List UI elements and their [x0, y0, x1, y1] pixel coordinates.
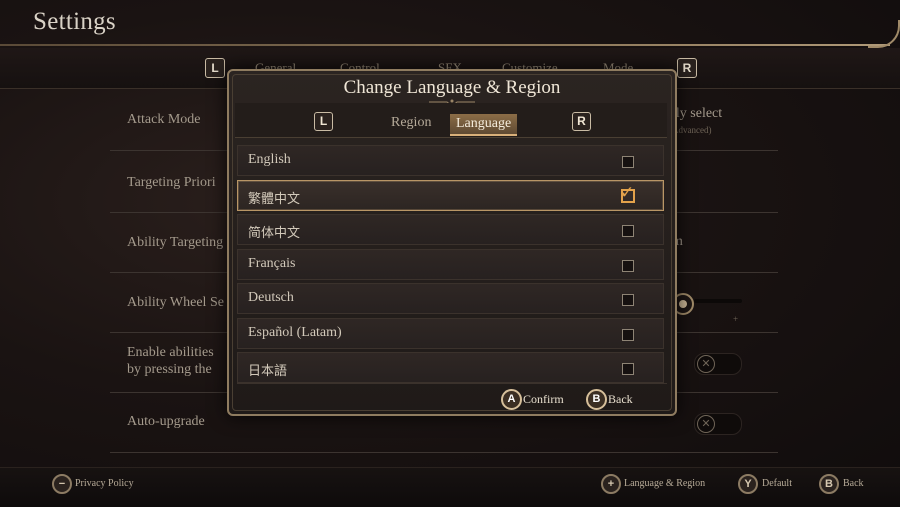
language-label: 简体中文 [248, 226, 301, 241]
header-ornament [868, 20, 900, 48]
attack-mode-sub: Advanced) [672, 125, 712, 135]
tab-language[interactable]: Language [450, 114, 518, 136]
tab-prev-button[interactable]: L [205, 58, 225, 78]
checkmark-icon: ✓ [620, 182, 635, 203]
checkbox-icon[interactable] [622, 294, 634, 306]
ability-targeting-label: Ability Targeting [127, 235, 224, 250]
header: Settings [0, 0, 900, 48]
language-option-simplified-chinese[interactable]: 简体中文 [237, 214, 664, 245]
confirm-button[interactable]: Confirm [523, 392, 564, 407]
checkbox-icon[interactable] [622, 259, 634, 272]
dialog-title: Change Language & Region [343, 77, 561, 98]
y-button-icon[interactable]: Y [738, 474, 758, 494]
b-button-icon[interactable]: B [819, 474, 839, 494]
header-divider [0, 44, 890, 46]
checkbox-icon[interactable] [622, 328, 634, 341]
ability-wheel-slider[interactable] [694, 299, 742, 303]
b-button-icon[interactable]: B [586, 389, 607, 410]
language-label: 繁體中文 [248, 191, 301, 207]
language-option-french[interactable]: Français [237, 248, 664, 280]
enable-abilities-label-line1: Enable abilities [127, 345, 214, 360]
language-region-dialog: Change Language & Region L Region Langua… [227, 69, 677, 416]
enable-abilities-toggle[interactable]: ✕ [694, 353, 742, 375]
language-label: English [248, 152, 291, 167]
dialog-tab-next-button[interactable]: R [572, 112, 591, 131]
targeting-priority-label: Targeting Priori [127, 175, 216, 190]
default-button[interactable]: Default [762, 478, 792, 489]
language-option-spanish-latam[interactable]: Español (Latam) [237, 317, 664, 349]
a-button-icon[interactable]: A [501, 389, 522, 410]
toggle-off-icon: ✕ [697, 355, 715, 373]
language-label: 日本語 [248, 364, 288, 379]
attack-mode-value[interactable]: lly select [672, 106, 722, 122]
checkbox-icon[interactable] [622, 156, 634, 168]
back-link[interactable]: Back [843, 478, 864, 489]
language-label: Français [248, 255, 296, 271]
language-region-link[interactable]: Language & Region [624, 478, 705, 489]
slider-plus-icon: + [733, 314, 739, 324]
language-label: Deutsch [248, 290, 294, 305]
language-option-japanese[interactable]: 日本語 [237, 352, 664, 383]
privacy-policy-link[interactable]: Privacy Policy [75, 478, 134, 489]
minus-icon[interactable]: − [52, 474, 72, 494]
page-title: Settings [33, 8, 116, 35]
plus-icon[interactable]: + [601, 474, 621, 494]
attack-mode-label: Attack Mode [127, 112, 201, 127]
language-option-traditional-chinese[interactable]: 繁體中文 ✓ [237, 179, 664, 211]
toggle-off-icon: ✕ [697, 415, 715, 433]
back-button[interactable]: Back [608, 392, 633, 407]
ability-wheel-label: Ability Wheel Se [127, 295, 224, 310]
checkbox-icon[interactable] [622, 225, 634, 237]
auto-upgrade-label: Auto-upgrade [127, 414, 205, 429]
dialog-footer-divider [237, 383, 667, 384]
enable-abilities-label-line2: by pressing the [127, 362, 212, 377]
tab-region[interactable]: Region [391, 115, 431, 131]
dialog-tab-prev-button[interactable]: L [314, 112, 333, 131]
language-option-english[interactable]: English [237, 145, 664, 176]
checkbox-icon[interactable] [622, 363, 634, 375]
settings-row [110, 452, 778, 453]
auto-upgrade-toggle[interactable]: ✕ [694, 413, 742, 435]
language-list: English 繁體中文 ✓ 简体中文 Français Deutsch Esp… [237, 145, 665, 387]
language-label: Español (Latam) [248, 324, 342, 340]
tab-next-button[interactable]: R [677, 58, 697, 78]
language-option-german[interactable]: Deutsch [237, 283, 664, 314]
